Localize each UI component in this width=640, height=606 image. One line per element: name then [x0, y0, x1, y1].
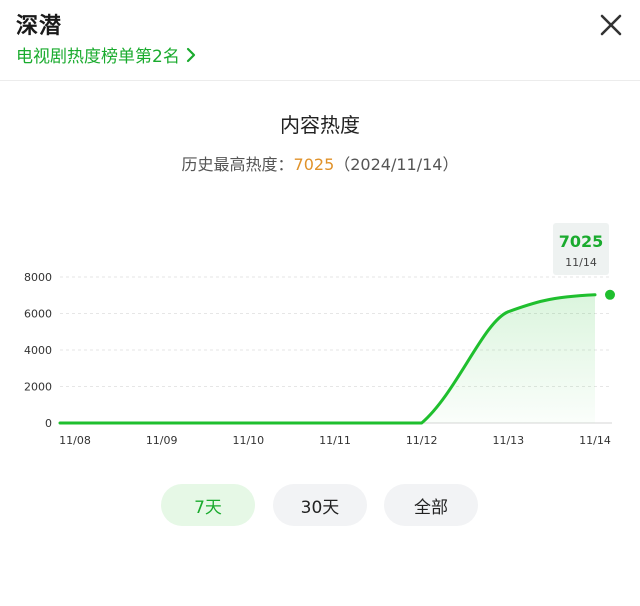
- panel-title: 内容热度: [280, 113, 360, 137]
- data-point-last: [605, 289, 615, 300]
- rank-text: 电视剧热度榜单第2名: [16, 47, 180, 67]
- max-heat-label: 历史最高热度：: [181, 155, 294, 174]
- heat-chart: 0 2000 4000 6000 8000 11/08 11/09 11/10 11/11 11/…: [24, 223, 615, 447]
- rank-link[interactable]: 电视剧热度榜单第2名: [16, 42, 196, 67]
- tooltip-date: 11/14: [565, 256, 597, 269]
- max-heat-line: 历史最高热度：7025（2024/11/14）: [0, 151, 640, 175]
- range-selector: 7天 30天 全部: [0, 484, 640, 526]
- range-all-button[interactable]: 全部: [384, 484, 478, 526]
- chevron-right-icon: [186, 47, 195, 62]
- heat-area: [60, 294, 595, 423]
- header-divider: [0, 80, 640, 81]
- x-tick-label: 11/08: [59, 434, 91, 447]
- x-tick-label: 11/09: [146, 434, 178, 447]
- range-30-days-button[interactable]: 30天: [273, 484, 367, 526]
- y-tick-label: 4000: [24, 344, 52, 357]
- x-tick-label: 11/14: [579, 434, 611, 447]
- y-tick-label: 6000: [24, 308, 52, 321]
- x-tick-label: 11/12: [406, 434, 438, 447]
- header: 深潜 电视剧热度榜单第2名: [0, 0, 640, 80]
- close-icon: [600, 14, 622, 36]
- x-tick-label: 11/13: [492, 434, 524, 447]
- y-tick-label: 0: [45, 417, 52, 430]
- x-tick-label: 11/11: [319, 434, 351, 447]
- max-heat-value: 7025: [293, 155, 335, 174]
- close-button[interactable]: [598, 12, 624, 38]
- drama-title: 深潜: [16, 14, 63, 39]
- max-heat-date: （2024/11/14）: [334, 155, 459, 174]
- y-tick-label: 8000: [24, 271, 52, 284]
- y-tick-label: 2000: [24, 381, 52, 394]
- heat-panel: 深潜 电视剧热度榜单第2名 内容热度 历史最高热度：7025（2024/11/1…: [0, 0, 640, 606]
- tooltip-value: 7025: [559, 232, 604, 251]
- range-7-days-button[interactable]: 7天: [161, 484, 255, 526]
- x-tick-label: 11/10: [232, 434, 264, 447]
